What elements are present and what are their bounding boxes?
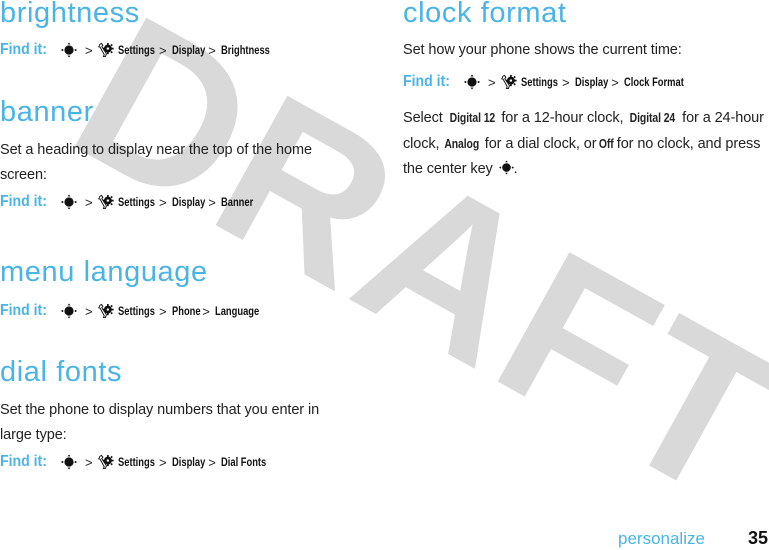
separator: > [85, 194, 93, 210]
section-brightness: brightness Find it: > Settings > Display… [0, 0, 350, 61]
settings-icon [97, 454, 114, 470]
section-dial-fonts: dial fonts Set the phone to display numb… [0, 357, 350, 473]
nav-key-icon [61, 194, 77, 210]
nav-key-icon [498, 160, 514, 175]
section-heading: brightness [0, 0, 140, 29]
breadcrumb-item: Language [214, 304, 260, 318]
section-clock-format: clock format Set how your phone shows th… [403, 0, 769, 182]
breadcrumb-item: Display [171, 195, 205, 209]
settings-icon [97, 194, 114, 210]
nav-key-icon [464, 74, 480, 90]
find-it-path: Find it: > Settings > Display > Clock Fo… [403, 71, 769, 93]
breadcrumb-item: Brightness [220, 43, 270, 57]
breadcrumb-item: Settings [117, 455, 155, 469]
section-menu-language: menu language Find it: > Settings > Phon… [0, 257, 350, 322]
separator: > [85, 303, 93, 319]
option-analog: Analog [444, 136, 480, 151]
find-it-label: Find it: [403, 73, 450, 90]
breadcrumb-item: Phone [171, 304, 201, 318]
nav-key-icon [61, 303, 77, 319]
separator: > [85, 454, 93, 470]
settings-icon [97, 303, 114, 319]
settings-icon [97, 42, 114, 58]
section-heading: clock format [403, 0, 567, 29]
section-body: Set a heading to display near the top of… [0, 142, 312, 183]
settings-icon [500, 74, 517, 90]
section-heading: dial fonts [0, 356, 123, 388]
nav-key-icon [61, 454, 77, 470]
breadcrumb-item: Display [171, 43, 205, 57]
breadcrumb-item: Settings [117, 195, 155, 209]
breadcrumb-item: Banner [220, 195, 254, 209]
section-banner: banner Set a heading to display near the… [0, 97, 350, 213]
option-digital-24: Digital 24 [630, 110, 676, 125]
clock-format-instructions: Select Digital 12 for a 12-hour clock, D… [403, 105, 769, 182]
find-it-path: Find it: > Settings > Display > Dial Fon… [0, 453, 267, 470]
nav-key-icon [61, 42, 77, 58]
section-body: Set how your phone shows the current tim… [403, 42, 682, 58]
breadcrumb-item: Settings [117, 43, 155, 57]
breadcrumb-item: Settings [117, 304, 155, 318]
footer-section-name: personalize [618, 529, 705, 548]
separator: > [488, 74, 496, 90]
find-it-label: Find it: [0, 41, 47, 58]
option-off: Off [599, 136, 614, 151]
find-it-label: Find it: [0, 453, 47, 470]
breadcrumb-item: Settings [520, 75, 558, 89]
find-it-label: Find it: [0, 193, 47, 210]
find-it-path: Find it: > Settings > Phone > Language [0, 302, 260, 319]
find-it-path: Find it: > Settings > Display > Brightne… [0, 41, 270, 58]
section-heading: banner [0, 96, 94, 128]
separator: > [85, 42, 93, 58]
breadcrumb-item: Display [171, 455, 205, 469]
page-number: 35 [748, 528, 769, 548]
option-digital-12: Digital 12 [449, 110, 495, 125]
section-heading: menu language [0, 256, 208, 288]
find-it-label: Find it: [0, 302, 47, 319]
breadcrumb-item: Dial Fonts [220, 455, 267, 469]
section-body: Set the phone to display numbers that yo… [0, 402, 320, 443]
breadcrumb-item: Clock Format [623, 75, 684, 89]
breadcrumb-item: Display [574, 75, 608, 89]
find-it-path: Find it: > Settings > Display > Banner [0, 193, 254, 210]
